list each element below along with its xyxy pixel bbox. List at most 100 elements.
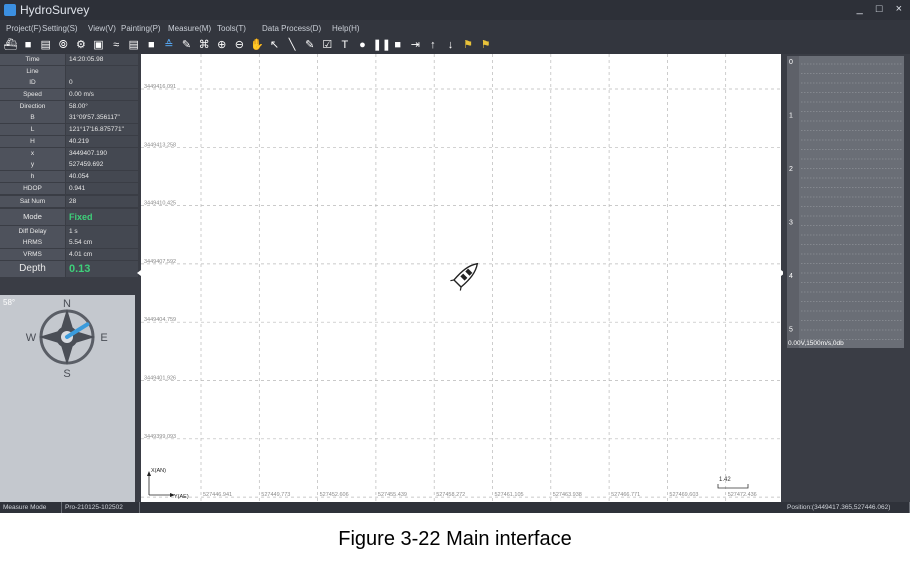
y-tick-label: 3449401.926 [144, 376, 176, 382]
info-row-speed: Speed 0.00 m/s [0, 89, 138, 101]
x-tick-label: 527452.606 [320, 492, 349, 498]
line-tool-icon[interactable]: ╲ [285, 38, 300, 53]
info-value: 0.00 m/s [66, 89, 138, 101]
storage-icon[interactable]: ▤ [38, 38, 53, 53]
layers-icon[interactable]: ≙ [161, 38, 176, 53]
info-label: B [0, 112, 65, 124]
status-bar: Measure Mode Pro-210125-102502 Position:… [0, 502, 910, 513]
pause-icon[interactable]: ❚❚ [373, 38, 391, 53]
image-icon[interactable]: ▣ [91, 38, 106, 53]
edit-line-icon[interactable]: ✎ [302, 38, 317, 53]
record-icon[interactable]: ● [355, 38, 370, 53]
sounder-depth-tick: 4 [789, 273, 793, 280]
echo-sounder-display: 0 1 2 3 4 5 [787, 56, 904, 348]
boat-icon[interactable]: ⛴ [3, 38, 18, 53]
sounder-status: 0.00V,1500m/s,0db [788, 340, 844, 347]
info-value: 0.941 [66, 182, 138, 194]
compass-north-label: N [63, 298, 71, 310]
maximize-button[interactable]: □ [876, 3, 883, 15]
compass-west-label: W [26, 332, 37, 344]
y-tick-label: 3449399.093 [144, 434, 176, 440]
menu-help[interactable]: Help(H) [332, 24, 360, 33]
close-button[interactable]: × [896, 3, 902, 15]
text-icon[interactable]: T [337, 38, 352, 53]
link-icon[interactable]: ⦾ [56, 38, 71, 53]
info-value: 4.01 cm [66, 248, 138, 260]
menu-setting[interactable]: Setting(S) [42, 24, 78, 33]
sounder-depth-tick: 0 [789, 59, 793, 66]
status-project: Pro-210125-102502 [62, 502, 140, 513]
sounder-trace-area [799, 56, 904, 348]
car-icon[interactable]: ■ [21, 38, 36, 53]
info-value: 0.13 [66, 260, 138, 277]
window-title: HydroSurvey [20, 3, 90, 17]
menu-view[interactable]: View(V) [88, 24, 116, 33]
info-label: Time [0, 54, 65, 65]
info-value: 527459.692 [66, 159, 138, 171]
gnss-info-panel: Time 14:20:05.98 Line ID 0 Speed 0.00 m/s Direc… [0, 54, 141, 502]
info-row-x: x 3449407.190 [0, 147, 138, 160]
arrow-down-icon[interactable]: ↓ [443, 38, 458, 53]
menu-measure[interactable]: Measure(M) [168, 24, 211, 33]
info-row-h: H 40.219 [0, 135, 138, 148]
info-value: 40.054 [66, 170, 138, 182]
fit-view-icon[interactable]: ⌘ [197, 38, 212, 53]
info-row-hrms: HRMS 5.54 cm [0, 237, 138, 249]
menu-project[interactable]: Project(F) [6, 24, 41, 33]
sounder-grid: 0 1 2 3 4 5 [789, 56, 904, 348]
info-value: 3449407.190 [66, 147, 138, 159]
info-label: Sat Num [0, 195, 65, 207]
compass-south-label: S [63, 368, 70, 380]
x-tick-label: 527469.603 [669, 492, 698, 498]
edit-icon[interactable]: ✎ [179, 38, 194, 53]
app-logo-icon [4, 4, 16, 16]
pan-hand-icon[interactable]: ✋ [249, 38, 264, 53]
status-mode: Measure Mode [0, 502, 62, 513]
info-label: Direction [0, 100, 65, 112]
check-edit-icon[interactable]: ☑ [320, 38, 335, 53]
arrow-up-icon[interactable]: ↑ [425, 38, 440, 53]
info-value: 28 [66, 195, 138, 207]
x-tick-label: 527446.941 [203, 492, 232, 498]
sounder-depth-tick: 3 [789, 220, 793, 227]
info-row-l: L 121°17'16.875771" [0, 124, 138, 136]
status-position: Position:(3449417.365,527446.062) [784, 502, 910, 513]
document-icon[interactable]: ▤ [126, 38, 141, 53]
info-label: h [0, 170, 65, 182]
info-label: Diff Delay [0, 225, 65, 237]
y-tick-label: 3449416.091 [144, 84, 176, 90]
menu-tools[interactable]: Tools(T) [217, 24, 246, 33]
stop-icon[interactable]: ■ [390, 38, 405, 53]
gear-icon[interactable]: ⚙ [73, 38, 88, 53]
x-tick-label: 527463.938 [553, 492, 582, 498]
x-tick-label: 527472.436 [728, 492, 757, 498]
sounder-depth-tick: 2 [789, 166, 793, 173]
info-value: 14:20:05.98 [66, 54, 138, 65]
info-value: 5.54 cm [66, 237, 138, 249]
compass-east-label: E [100, 332, 107, 344]
info-row-depth: Depth 0.13 [0, 260, 138, 278]
toolbar: ⛴ ■ ▤ ⦾ ⚙ ▣ ≈ ▤ ■ ≙ ✎ ⌘ ⊕ ⊖ ✋ ↖ ╲ ✎ ☑ T ● ❚❚ ■ ⇥ ↑ ↓ ⚑ ⚑ [0, 37, 910, 54]
zoom-in-icon[interactable]: ⊕ [214, 38, 229, 53]
info-value: 40.219 [66, 135, 138, 147]
info-row-diff-delay: Diff Delay 1 s [0, 225, 138, 238]
waves-icon[interactable]: ≈ [109, 38, 124, 53]
compass-panel: 58° N S E W [0, 295, 135, 502]
map-canvas[interactable]: 3449416.091 3449413.258 3449410.425 3449407… [141, 54, 781, 502]
zoom-out-icon[interactable]: ⊖ [232, 38, 247, 53]
menu-painting[interactable]: Painting(P) [121, 24, 161, 33]
video-icon[interactable]: ■ [144, 38, 159, 53]
x-tick-label: 527455.439 [378, 492, 407, 498]
sounder-depth-tick: 1 [789, 113, 793, 120]
step-icon[interactable]: ⇥ [408, 38, 423, 53]
locate-pin-icon[interactable]: ⚑ [461, 38, 476, 53]
y-tick-label: 3449410.425 [144, 201, 176, 207]
info-value: 0 [66, 77, 138, 89]
info-value [66, 65, 138, 77]
menu-bar: Project(F) Setting(S) View(V) Painting(P… [0, 20, 910, 37]
minimize-button[interactable]: _ [857, 3, 863, 15]
menu-data-process[interactable]: Data Process(D) [262, 24, 321, 33]
info-label: Depth [0, 260, 65, 277]
locate-pin-2-icon[interactable]: ⚑ [478, 38, 493, 53]
pointer-icon[interactable]: ↖ [267, 38, 282, 53]
